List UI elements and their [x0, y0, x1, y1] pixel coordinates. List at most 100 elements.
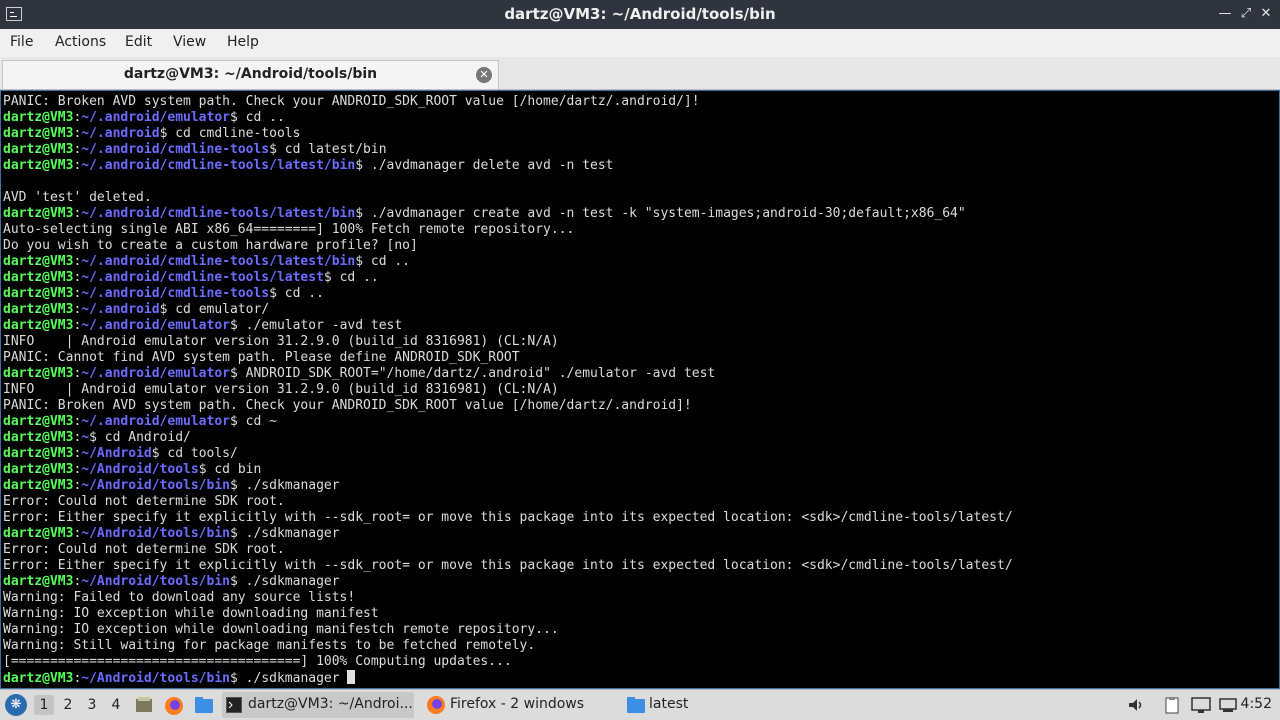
- prompt-dollar: $: [355, 158, 364, 173]
- workspace-1[interactable]: 1: [34, 695, 54, 715]
- clipboard-icon[interactable]: [1163, 696, 1181, 714]
- prompt-user: dartz@VM3: [3, 478, 74, 493]
- output-text: Error: Either specify it explicitly with…: [3, 510, 1013, 525]
- file-manager-icon[interactable]: [135, 696, 153, 714]
- maximize-icon[interactable]: ⤢: [1237, 5, 1255, 23]
- terminal-line: dartz@VM3:~/.android/emulator$ ./emulato…: [3, 318, 1013, 334]
- menu-help[interactable]: Help: [227, 34, 259, 50]
- terminal-line: Warning: Failed to download any source l…: [3, 590, 1013, 606]
- prompt-dollar: $: [230, 671, 238, 686]
- prompt-user: dartz@VM3: [3, 142, 74, 157]
- prompt-path: ~/Android/tools/bin: [81, 574, 230, 589]
- task-folder[interactable]: latest: [622, 692, 732, 718]
- terminal-line: Error: Could not determine SDK root.: [3, 542, 1013, 558]
- prompt-dollar: $: [198, 462, 207, 477]
- text-cursor: [347, 670, 356, 684]
- task-label: dartz@VM3: ~/Androi...: [248, 696, 413, 712]
- tab-bar: dartz@VM3: ~/Android/tools/bin ✕: [0, 57, 1280, 90]
- firefox-icon[interactable]: [164, 696, 184, 716]
- prompt-dollar: $: [269, 142, 277, 157]
- workspace-3[interactable]: 3: [82, 695, 102, 715]
- command-text: ANDROID_SDK_ROOT="/home/dartz/.android" …: [237, 366, 716, 381]
- prompt-path: ~/.android/emulator: [81, 414, 230, 429]
- command-text: cd Android/: [96, 430, 191, 445]
- terminal-line: dartz@VM3:~/.android/cmdline-tools/lates…: [3, 158, 1013, 174]
- prompt-user: dartz@VM3: [3, 126, 74, 141]
- prompt-path: ~/Android/tools/bin: [81, 671, 230, 686]
- command-text: ./avdmanager create avd -n test -k "syst…: [363, 206, 966, 221]
- menu-file[interactable]: File: [10, 34, 33, 50]
- menu-view[interactable]: View: [173, 34, 206, 50]
- task-terminal[interactable]: dartz@VM3: ~/Androi...: [222, 692, 414, 718]
- prompt-dollar: $: [355, 254, 364, 269]
- output-text: Auto-selecting single ABI x86_64========…: [3, 222, 575, 237]
- workspace-2[interactable]: 2: [58, 695, 78, 715]
- terminal-line: dartz@VM3:~/.android/emulator$ cd ..: [3, 110, 1013, 126]
- workspace-4[interactable]: 4: [106, 695, 126, 715]
- menu-bar: File Actions Edit View Help: [0, 29, 1280, 57]
- terminal-line: dartz@VM3:~/Android/tools/bin$ ./sdkmana…: [3, 478, 1013, 494]
- terminal-view[interactable]: PANIC: Broken AVD system path. Check you…: [0, 90, 1280, 689]
- terminal-line: dartz@VM3:~/.android$ cd cmdline-tools: [3, 126, 1013, 142]
- prompt-path: ~/.android/emulator: [81, 110, 230, 125]
- terminal-line: dartz@VM3:~/.android$ cd emulator/: [3, 302, 1013, 318]
- command-text: cd ..: [237, 110, 285, 125]
- volume-icon[interactable]: [1127, 696, 1145, 714]
- output-text: [=====================================] …: [3, 654, 512, 669]
- prompt-user: dartz@VM3: [3, 254, 74, 269]
- terminal-line: dartz@VM3:~/Android/tools/bin$ ./sdkmana…: [3, 574, 1013, 590]
- terminal-line: dartz@VM3:~/.android/cmdline-tools/lates…: [3, 254, 1013, 270]
- prompt-dollar: $: [355, 206, 364, 221]
- folder-icon[interactable]: [194, 696, 214, 714]
- prompt-dollar: $: [230, 526, 238, 541]
- output-text: AVD 'test' deleted.: [3, 190, 152, 205]
- start-menu-icon[interactable]: ❋: [5, 694, 27, 716]
- menu-edit[interactable]: Edit: [125, 34, 152, 50]
- prompt-path: ~/.android: [81, 302, 160, 317]
- command-text: cd ..: [331, 270, 379, 285]
- prompt-user: dartz@VM3: [3, 574, 74, 589]
- task-label: Firefox - 2 windows: [450, 696, 585, 712]
- prompt-path: ~/Android: [81, 446, 152, 461]
- output-text: INFO | Android emulator version 31.2.9.0…: [3, 382, 559, 397]
- window-titlebar: dartz@VM3: ~/Android/tools/bin — ⤢ ✕: [0, 0, 1280, 29]
- terminal-line: dartz@VM3:~$ cd Android/: [3, 430, 1013, 446]
- prompt-dollar: $: [230, 574, 238, 589]
- task-label: latest: [649, 696, 689, 712]
- tab-close-icon[interactable]: ✕: [476, 67, 492, 83]
- folder-icon: [627, 697, 645, 713]
- terminal-line: dartz@VM3:~/.android/emulator$ ANDROID_S…: [3, 366, 1013, 382]
- close-icon[interactable]: ✕: [1257, 5, 1275, 23]
- window-title: dartz@VM3: ~/Android/tools/bin: [504, 5, 776, 23]
- prompt-path: ~/.android/cmdline-tools/latest/bin: [81, 158, 356, 173]
- terminal-line: INFO | Android emulator version 31.2.9.0…: [3, 382, 1013, 398]
- prompt-user: dartz@VM3: [3, 318, 74, 333]
- output-text: Warning: IO exception while downloading …: [3, 622, 559, 637]
- terminal-tab[interactable]: dartz@VM3: ~/Android/tools/bin ✕: [2, 60, 499, 89]
- prompt-dollar: $: [230, 110, 238, 125]
- task-firefox[interactable]: Firefox - 2 windows: [422, 692, 612, 718]
- command-text: ./sdkmanager: [237, 526, 340, 541]
- prompt-path: ~: [81, 430, 90, 445]
- prompt-user: dartz@VM3: [3, 158, 74, 173]
- terminal-line: dartz@VM3:~/.android/cmdline-tools$ cd l…: [3, 142, 1013, 158]
- minimize-icon[interactable]: —: [1216, 5, 1234, 23]
- terminal-line: Do you wish to create a custom hardware …: [3, 238, 1013, 254]
- prompt-user: dartz@VM3: [3, 462, 74, 477]
- command-text: cd cmdline-tools: [167, 126, 301, 141]
- prompt-path: ~/Android/tools/bin: [81, 526, 230, 541]
- menu-actions[interactable]: Actions: [55, 34, 106, 50]
- command-text: cd ..: [276, 286, 324, 301]
- prompt-path: ~/.android/cmdline-tools: [81, 142, 270, 157]
- terminal-line: INFO | Android emulator version 31.2.9.0…: [3, 334, 1013, 350]
- terminal-line: AVD 'test' deleted.: [3, 190, 1013, 206]
- terminal-line: dartz@VM3:~/Android$ cd tools/: [3, 446, 1013, 462]
- prompt-path: ~/.android/emulator: [81, 318, 230, 333]
- network-icon[interactable]: [1218, 696, 1238, 714]
- output-text: Error: Could not determine SDK root.: [3, 494, 285, 509]
- prompt-path: ~/.android/emulator: [81, 366, 230, 381]
- prompt-user: dartz@VM3: [3, 430, 74, 445]
- prompt-dollar: $: [230, 478, 238, 493]
- display-icon[interactable]: [1191, 696, 1211, 714]
- output-text: PANIC: Broken AVD system path. Check you…: [3, 398, 692, 413]
